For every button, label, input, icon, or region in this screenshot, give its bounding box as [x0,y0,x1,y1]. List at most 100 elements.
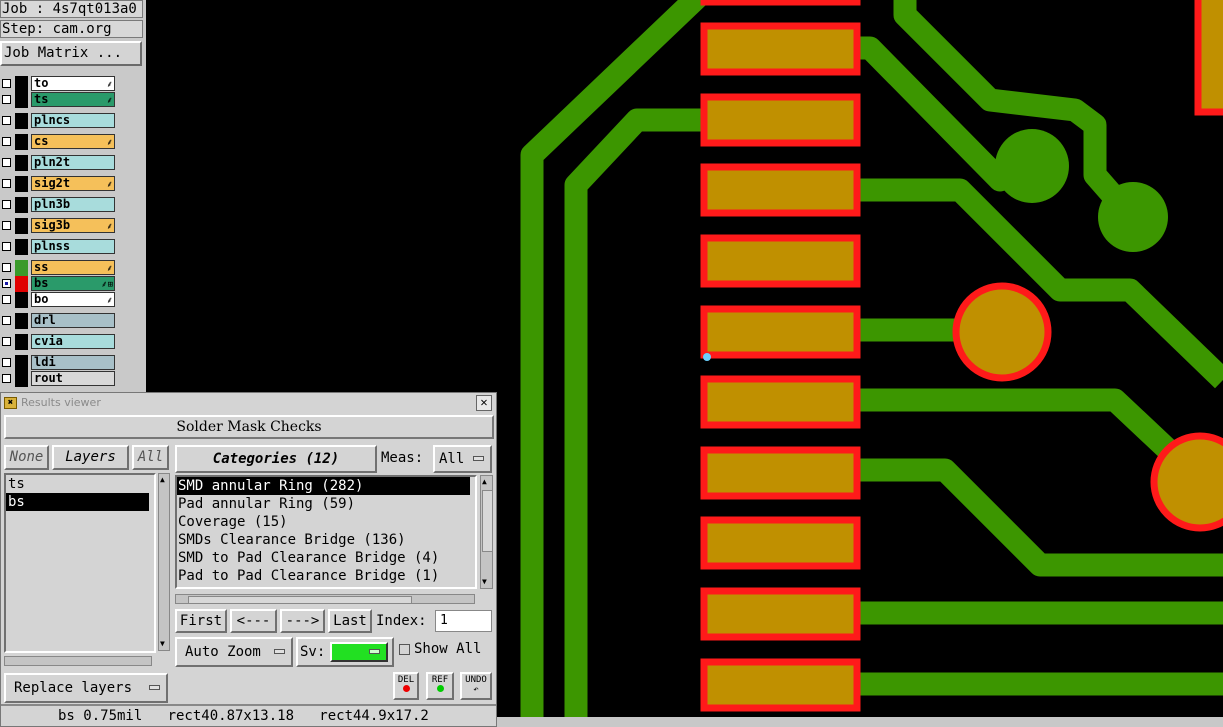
category-item[interactable]: Pad annular Ring (59) [177,495,470,513]
layer-row-plnss[interactable]: plnss [0,239,116,255]
layers-button[interactable]: Layers [52,445,129,470]
layer-name-label[interactable]: sig3b [31,218,115,233]
layer-name-label[interactable]: ss [31,260,115,275]
canvas-bottom-scrollbar[interactable] [497,717,1223,727]
layer-color-swatch[interactable] [15,218,28,234]
layer-row-cvia[interactable]: cvia [0,334,116,350]
replace-layers-dropdown[interactable]: Replace layers [4,673,168,703]
layer-name-label[interactable]: pln2t [31,155,115,170]
last-button[interactable]: Last [328,609,372,633]
layer-name-label[interactable]: ldi [31,355,115,370]
category-hscrollbar[interactable] [175,594,475,604]
category-list-scrollbar[interactable]: ▲ ▼ [480,475,493,589]
layer-checkbox[interactable] [2,179,11,188]
layer-color-swatch[interactable] [15,239,28,255]
layer-row-pln3b[interactable]: pln3b [0,197,116,213]
layer-checkbox[interactable] [2,137,11,146]
layer-color-swatch[interactable] [15,92,28,108]
layer-row-bs[interactable]: bs ⸙⊞ [0,276,116,292]
scroll-up-icon[interactable]: ▲ [160,476,165,484]
layer-color-swatch[interactable] [15,276,28,292]
layer-color-swatch[interactable] [15,155,28,171]
layer-name-label[interactable]: to [31,76,115,91]
layer-name-label[interactable]: drl [31,313,115,328]
category-item[interactable]: SMD to Pad Clearance Bridge (4) [177,549,470,567]
layer-name-label[interactable]: cvia [31,334,115,349]
layer-name-label[interactable]: plncs [31,113,115,128]
ref-button[interactable]: REF [426,672,454,700]
layer-row-ldi[interactable]: ldi [0,355,116,371]
layer-checkbox[interactable] [2,358,11,367]
layer-row-bo[interactable]: bo ⸙ [0,292,116,308]
next-button[interactable]: ---> [280,609,325,633]
layer-name-label[interactable]: ts [31,92,115,107]
layer-color-swatch[interactable] [15,292,28,308]
layer-row-ss[interactable]: ss ⸙ [0,260,116,276]
layer-checkbox[interactable] [2,116,11,125]
layer-color-swatch[interactable] [15,176,28,192]
category-item[interactable]: SMD annular Ring (282) [177,477,470,495]
layer-color-swatch[interactable] [15,334,28,350]
layer-color-swatch[interactable] [15,355,28,371]
layer-name-label[interactable]: bo [31,292,115,307]
layer-color-swatch[interactable] [15,134,28,150]
layer-result-item-bs[interactable]: bs [6,493,149,511]
layer-row-sig2t[interactable]: sig2t ⸙ [0,176,116,192]
layer-row-sig3b[interactable]: sig3b ⸙ [0,218,116,234]
category-item[interactable]: SMDs Clearance Bridge (136) [177,531,470,549]
none-button[interactable]: None [4,445,49,470]
show-all-checkbox[interactable] [399,644,410,655]
hscroll-thumb[interactable] [188,596,412,604]
category-item[interactable]: Coverage (15) [177,513,470,531]
layer-result-item-ts[interactable]: ts [6,475,151,493]
category-item[interactable]: Pad to Pad Clearance Bridge (1) [177,567,470,585]
prev-button[interactable]: <--- [230,609,277,633]
layer-color-swatch[interactable] [15,313,28,329]
layer-row-ts[interactable]: ts ⸙ [0,92,116,108]
layer-checkbox[interactable] [2,95,11,104]
layer-row-rout[interactable]: rout [0,371,116,387]
layer-list-scrollbar[interactable]: ▲ ▼ [158,473,170,651]
scroll-thumb[interactable] [482,490,493,552]
sv-color-dropdown[interactable] [330,642,388,662]
layer-checkbox[interactable] [2,279,11,288]
scroll-down-icon[interactable]: ▼ [482,578,487,586]
layer-color-swatch[interactable] [15,76,28,92]
layer-color-swatch[interactable] [15,371,28,387]
layer-checkbox[interactable] [2,221,11,230]
check-name-button[interactable]: Solder Mask Checks [4,415,494,439]
layer-name-label[interactable]: sig2t [31,176,115,191]
layer-row-plncs[interactable]: plncs [0,113,116,129]
layer-name-label[interactable]: rout [31,371,115,386]
all-button[interactable]: All [132,445,169,470]
layer-row-pln2t[interactable]: pln2t [0,155,116,171]
close-button[interactable]: ✕ [476,395,492,411]
layer-row-to[interactable]: to ⸙ [0,76,116,92]
del-button[interactable]: DEL [393,672,419,700]
layer-name-label[interactable]: pln3b [31,197,115,212]
first-button[interactable]: First [175,609,227,633]
layer-row-drl[interactable]: drl [0,313,116,329]
layer-name-label[interactable]: cs [31,134,115,149]
layer-checkbox[interactable] [2,242,11,251]
categories-button[interactable]: Categories (12) [175,445,377,473]
layer-list-hscrollbar[interactable] [4,656,152,666]
layer-checkbox[interactable] [2,374,11,383]
layer-checkbox[interactable] [2,337,11,346]
layer-color-swatch[interactable] [15,113,28,129]
layer-checkbox[interactable] [2,200,11,209]
meas-dropdown[interactable]: All [433,445,492,473]
layer-color-swatch[interactable] [15,260,28,276]
job-matrix-button[interactable]: Job Matrix ... [0,41,142,66]
layer-checkbox[interactable] [2,79,11,88]
layer-row-cs[interactable]: cs ⸙ [0,134,116,150]
auto-zoom-dropdown[interactable]: Auto Zoom [175,637,293,667]
scroll-up-icon[interactable]: ▲ [482,478,487,486]
undo-button[interactable]: UNDO ↶ [460,672,492,700]
index-input[interactable]: 1 [435,610,492,632]
layer-checkbox[interactable] [2,158,11,167]
layer-checkbox[interactable] [2,316,11,325]
layer-checkbox[interactable] [2,263,11,272]
layer-name-label[interactable]: plnss [31,239,115,254]
layer-checkbox[interactable] [2,295,11,304]
